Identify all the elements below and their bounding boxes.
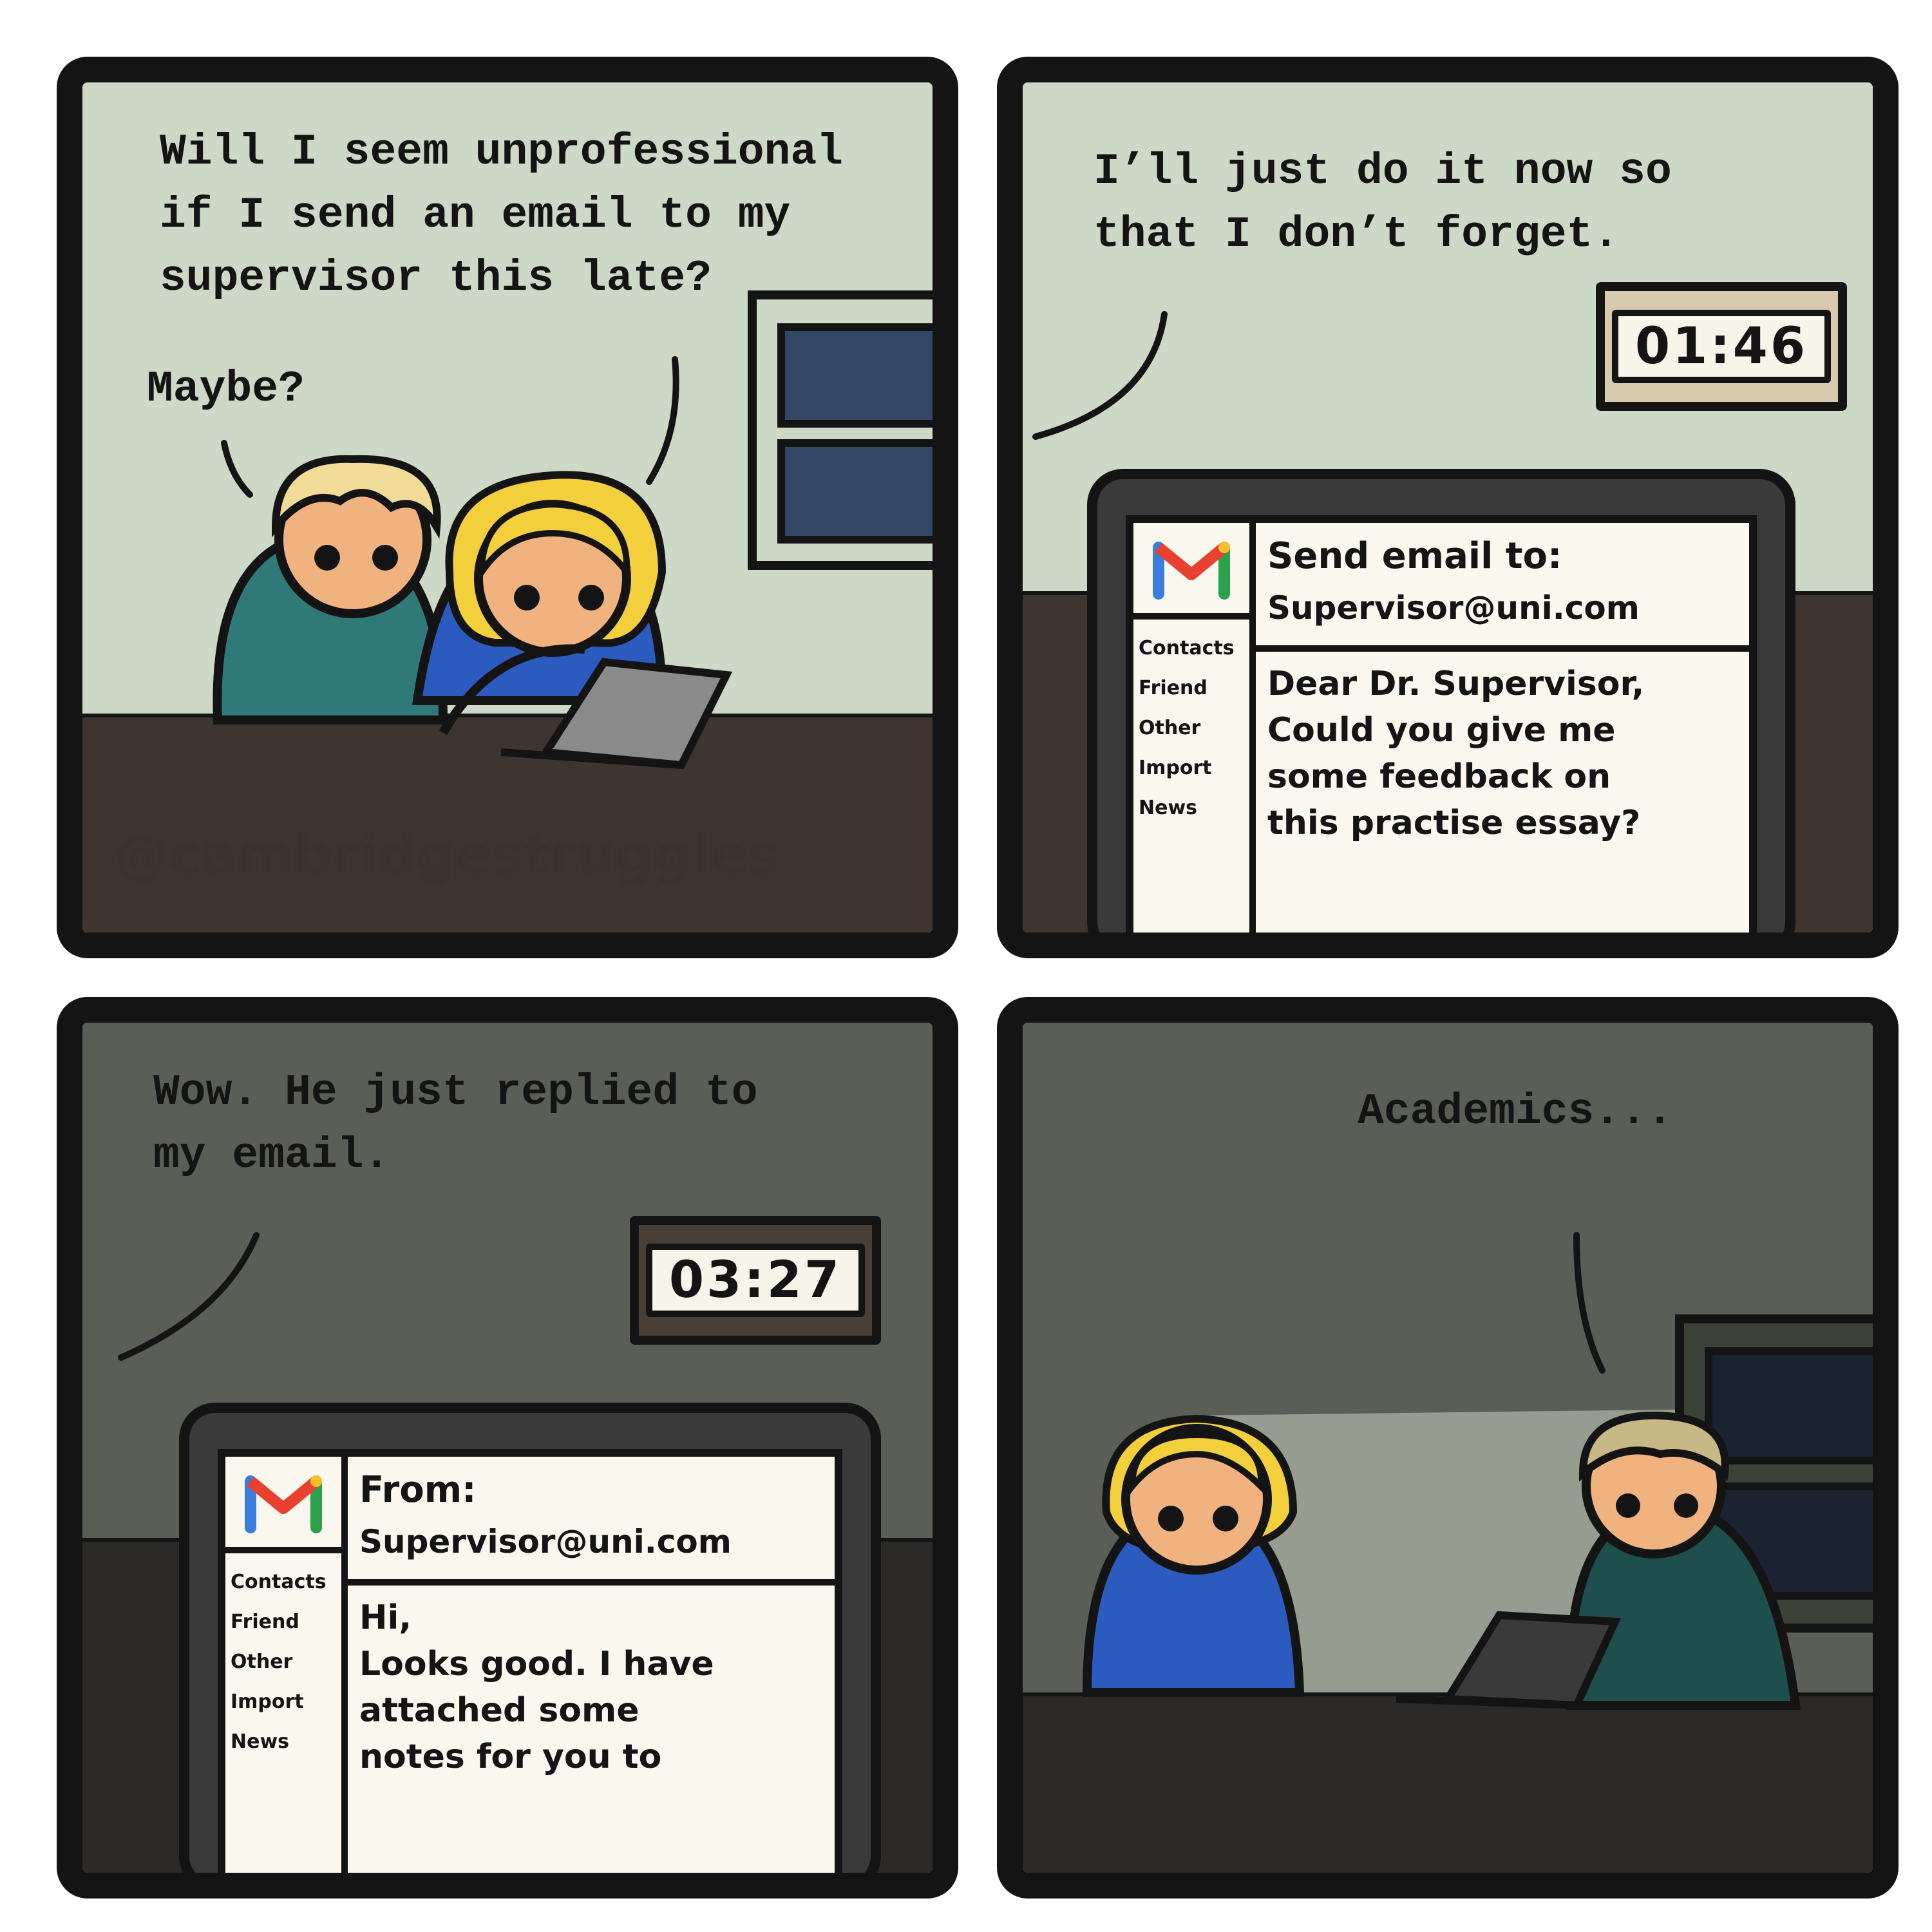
folder-contacts[interactable]: Contacts	[1139, 629, 1244, 668]
folder-friend[interactable]: Friend	[1139, 668, 1244, 708]
panel4-illustration	[1082, 1232, 1873, 1710]
wall-clock: 01:46	[1596, 282, 1847, 411]
email-folder-list: Contacts Friend Other Import News	[1133, 620, 1249, 837]
email-header-label: From:	[359, 1469, 477, 1511]
comic-panel-2: I’ll just do it now so that I don’t forg…	[997, 57, 1899, 958]
speech-text-reply: Maybe?	[147, 365, 305, 414]
laptop-screen: Contacts Friend Other Import News From: …	[179, 1403, 881, 1873]
email-sidebar: Contacts Friend Other Import News	[1133, 523, 1256, 933]
email-content: Send email to: Supervisor@uni.com Dear D…	[1256, 523, 1749, 933]
folder-import[interactable]: Import	[231, 1682, 336, 1722]
email-body[interactable]: Dear Dr. Supervisor, Could you give me s…	[1256, 652, 1749, 933]
clock-time: 03:27	[645, 1244, 866, 1317]
email-content: From: Supervisor@uni.com Hi, Looks good.…	[348, 1457, 835, 1873]
girl-character	[1082, 1414, 1305, 1697]
email-header-label: Send email to:	[1267, 535, 1562, 577]
laptop-screen: Contacts Friend Other Import News Send e…	[1087, 469, 1795, 933]
folder-other[interactable]: Other	[231, 1642, 336, 1682]
email-header: Send email to: Supervisor@uni.com	[1256, 523, 1749, 652]
email-window: Contacts Friend Other Import News From: …	[218, 1449, 842, 1873]
mail-logo-icon	[225, 1457, 341, 1553]
watermark: @cambridgestruggles	[115, 823, 780, 886]
folder-news[interactable]: News	[1139, 788, 1244, 828]
email-window: Contacts Friend Other Import News Send e…	[1126, 515, 1757, 933]
email-sidebar: Contacts Friend Other Import News	[225, 1457, 348, 1873]
email-folder-list: Contacts Friend Other Import News	[225, 1553, 341, 1771]
mail-logo-icon	[1133, 523, 1249, 620]
boy-character	[213, 455, 448, 724]
speech-text: Wow. He just replied to my email.	[153, 1068, 758, 1180]
comic-panel-3: Wow. He just replied to my email. 03:27 …	[57, 997, 958, 1899]
speech-text-main: Will I seem unprofessional if I send an …	[160, 128, 843, 303]
email-address[interactable]: Supervisor@uni.com	[359, 1516, 823, 1567]
wall-clock: 03:27	[630, 1216, 881, 1345]
folder-news[interactable]: News	[231, 1722, 336, 1762]
window	[748, 290, 933, 570]
comic-panel-1: Will I seem unprofessional if I send an …	[57, 57, 958, 958]
speech-text: Academics...	[1358, 1087, 1673, 1137]
folder-contacts[interactable]: Contacts	[231, 1562, 336, 1602]
clock-time: 01:46	[1611, 310, 1832, 383]
email-body[interactable]: Hi, Looks good. I have attached some not…	[348, 1586, 835, 1873]
email-header: From: Supervisor@uni.com	[348, 1457, 835, 1586]
comic-panel-4: Academics...	[997, 997, 1899, 1899]
speech-text: I’ll just do it now so that I don’t forg…	[1094, 147, 1672, 260]
folder-other[interactable]: Other	[1139, 708, 1244, 748]
folder-friend[interactable]: Friend	[231, 1602, 336, 1642]
folder-import[interactable]: Import	[1139, 748, 1244, 788]
email-address[interactable]: Supervisor@uni.com	[1267, 582, 1738, 634]
